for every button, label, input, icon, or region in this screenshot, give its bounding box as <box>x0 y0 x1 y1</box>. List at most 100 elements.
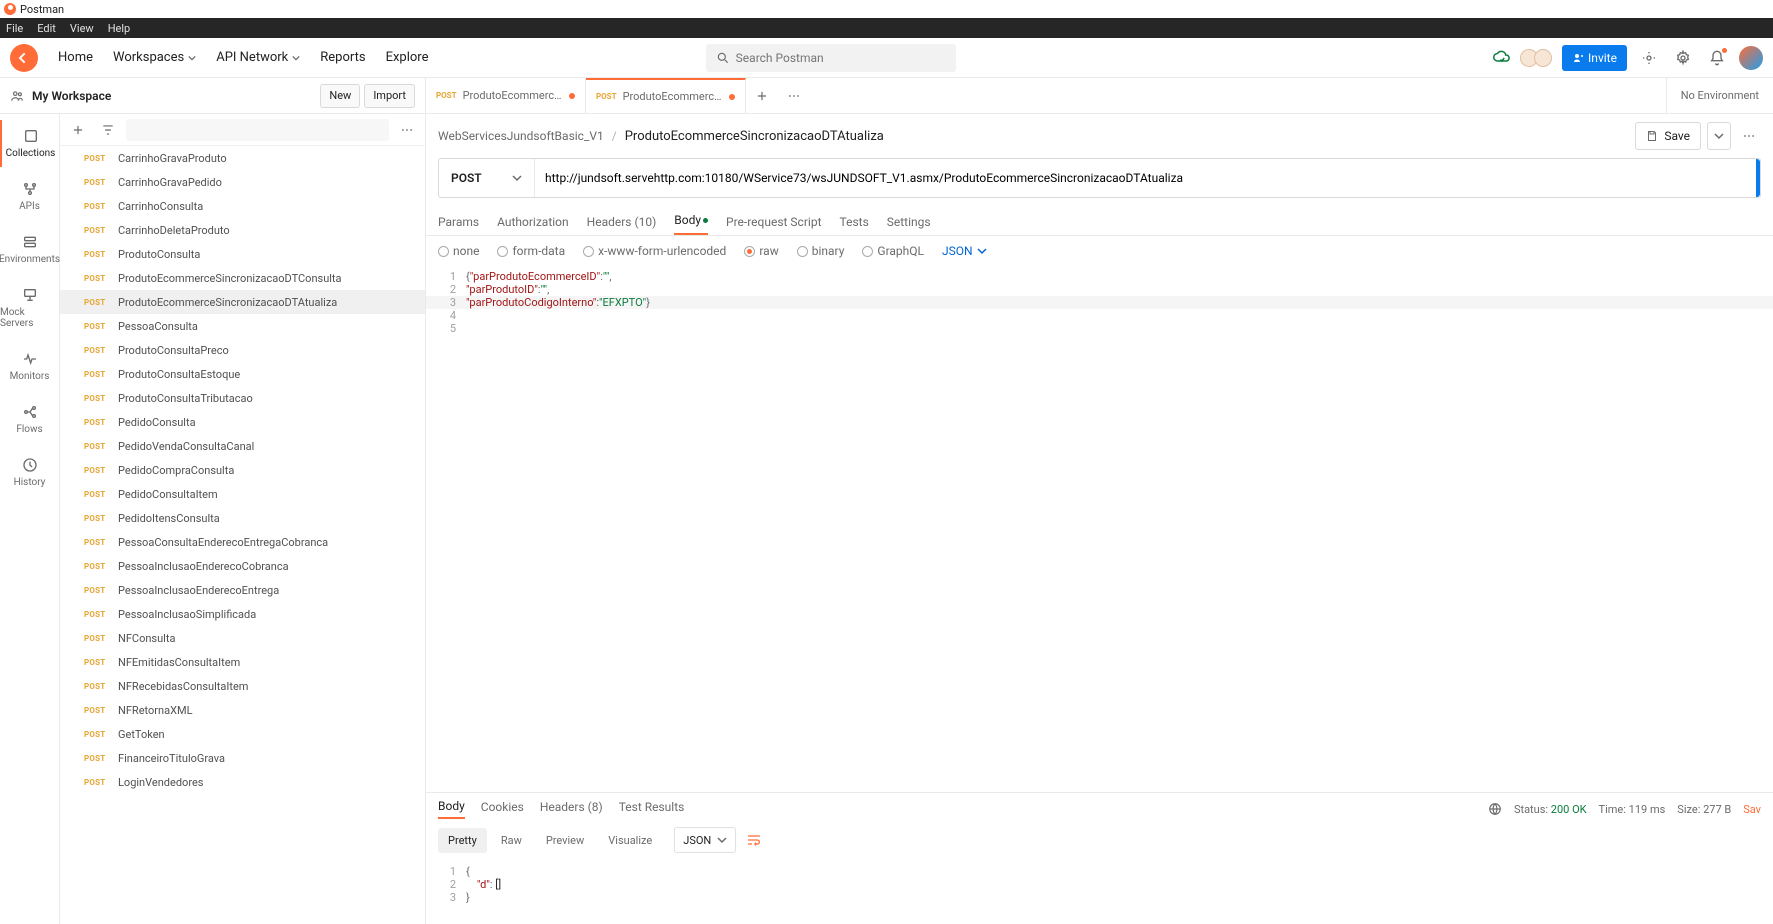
capture-icon[interactable] <box>1637 46 1661 70</box>
upgrade-badge-icon[interactable] <box>1739 46 1763 70</box>
menu-view[interactable]: View <box>70 22 94 35</box>
tree-item[interactable]: POSTProdutoConsultaPreco <box>60 338 425 362</box>
send-button[interactable] <box>1756 159 1760 197</box>
global-search-input[interactable] <box>736 51 946 65</box>
wrap-lines-icon[interactable] <box>746 832 762 848</box>
tree-item[interactable]: POSTNFRecebidasConsultaItem <box>60 674 425 698</box>
tree-item[interactable]: POSTPedidoCompraConsulta <box>60 458 425 482</box>
body-type-urlencoded[interactable]: x-www-form-urlencoded <box>583 244 726 258</box>
tree-item[interactable]: POSTPessoaConsulta <box>60 314 425 338</box>
tree-more-icon[interactable] <box>395 118 419 142</box>
tree-item[interactable]: POSTPessoaConsultaEnderecoEntregaCobranc… <box>60 530 425 554</box>
tree-item[interactable]: POSTPessoaInclusaoEnderecoCobranca <box>60 554 425 578</box>
postman-logo-icon[interactable] <box>10 44 38 72</box>
rail-history[interactable]: History <box>0 449 59 496</box>
request-more-icon[interactable] <box>1737 124 1761 148</box>
mode-visualize[interactable]: Visualize <box>598 828 662 853</box>
notifications-icon[interactable] <box>1705 46 1729 70</box>
request-tab[interactable]: POSTProdutoEcommerceSi <box>426 78 586 113</box>
rail-mock-servers[interactable]: Mock Servers <box>0 279 59 337</box>
resp-tab-cookies[interactable]: Cookies <box>481 800 524 818</box>
method-select[interactable]: POST <box>439 159 535 197</box>
network-icon[interactable] <box>1488 802 1502 816</box>
tree-item[interactable]: POSTPessoaInclusaoEnderecoEntrega <box>60 578 425 602</box>
tree-item[interactable]: POSTNFRetornaXML <box>60 698 425 722</box>
req-tab-settings[interactable]: Settings <box>887 215 931 235</box>
tree-item[interactable]: POSTCarrinhoGravaProduto <box>60 146 425 170</box>
req-tab-params[interactable]: Params <box>438 215 479 235</box>
nav-api-network[interactable]: API Network <box>216 50 300 65</box>
rail-apis[interactable]: APIs <box>0 173 59 220</box>
body-type-none[interactable]: none <box>438 244 479 258</box>
tree-item[interactable]: POSTFinanceiroTituloGrava <box>60 746 425 770</box>
tree-item[interactable]: POSTPedidoConsultaItem <box>60 482 425 506</box>
body-type-binary[interactable]: binary <box>797 244 845 258</box>
menu-edit[interactable]: Edit <box>37 22 56 35</box>
mode-raw[interactable]: Raw <box>491 828 532 853</box>
url-input[interactable] <box>535 159 1756 197</box>
filter-icon[interactable] <box>96 118 120 142</box>
rail-environments[interactable]: Environments <box>0 226 59 273</box>
workspace-name[interactable]: My Workspace <box>32 89 111 103</box>
team-avatars[interactable] <box>1524 49 1552 67</box>
response-format-select[interactable]: JSON <box>674 827 736 853</box>
tree-item[interactable]: POSTPessoaInclusaoSimplificada <box>60 602 425 626</box>
nav-explore[interactable]: Explore <box>386 50 429 65</box>
menu-help[interactable]: Help <box>108 22 131 35</box>
import-button[interactable]: Import <box>364 84 415 108</box>
nav-reports[interactable]: Reports <box>320 50 365 65</box>
tree-item[interactable]: POSTLoginVendedores <box>60 770 425 794</box>
mode-preview[interactable]: Preview <box>536 828 594 853</box>
tree-item[interactable]: POSTProdutoConsultaTributacao <box>60 386 425 410</box>
req-tab-authorization[interactable]: Authorization <box>497 215 569 235</box>
req-tab-headers[interactable]: Headers (10) <box>587 215 657 235</box>
nav-home[interactable]: Home <box>58 50 93 65</box>
tab-more-icon[interactable] <box>778 78 810 113</box>
body-type-formdata[interactable]: form-data <box>497 244 565 258</box>
tree-item[interactable]: POSTProdutoConsultaEstoque <box>60 362 425 386</box>
resp-tab-headers[interactable]: Headers (8) <box>540 800 603 818</box>
menu-file[interactable]: File <box>6 22 23 35</box>
tree-item[interactable]: POSTCarrinhoDeletaProduto <box>60 218 425 242</box>
invite-button[interactable]: Invite <box>1562 45 1627 71</box>
tree-item[interactable]: POSTGetToken <box>60 722 425 746</box>
mode-pretty[interactable]: Pretty <box>438 828 487 853</box>
rail-flows[interactable]: Flows <box>0 396 59 443</box>
tree-item[interactable]: POSTProdutoConsulta <box>60 242 425 266</box>
add-collection-icon[interactable] <box>66 118 90 142</box>
new-button[interactable]: New <box>320 84 360 108</box>
tree-item[interactable]: POSTNFEmitidasConsultaItem <box>60 650 425 674</box>
body-type-graphql[interactable]: GraphQL <box>862 244 924 258</box>
breadcrumb-parent[interactable]: WebServicesJundsoftBasic_V1 <box>438 129 604 143</box>
tree-item[interactable]: POSTCarrinhoGravaPedido <box>60 170 425 194</box>
sync-icon[interactable] <box>1490 46 1514 70</box>
tree-item[interactable]: POSTProdutoEcommerceSincronizacaoDTAtual… <box>60 290 425 314</box>
save-response-link[interactable]: Sav <box>1743 803 1761 816</box>
resp-tab-body[interactable]: Body <box>438 799 465 819</box>
save-dropdown-button[interactable] <box>1707 122 1731 150</box>
save-button[interactable]: Save <box>1635 122 1701 150</box>
settings-icon[interactable] <box>1671 46 1695 70</box>
req-tab-body[interactable]: Body <box>674 213 708 235</box>
environment-selector[interactable]: No Environment <box>1666 78 1773 113</box>
req-tab-prerequest[interactable]: Pre-request Script <box>726 215 821 235</box>
rail-monitors[interactable]: Monitors <box>0 343 59 390</box>
response-body-editor[interactable]: 1{ 2 "d": [] 3} <box>426 861 1773 924</box>
request-tab[interactable]: POSTProdutoEcommerceSi <box>586 78 746 113</box>
tree-item[interactable]: POSTProdutoEcommerceSincronizacaoDTConsu… <box>60 266 425 290</box>
tree-item[interactable]: POSTPedidoConsulta <box>60 410 425 434</box>
req-tab-tests[interactable]: Tests <box>840 215 869 235</box>
body-format-select[interactable]: JSON <box>942 244 987 258</box>
rail-collections[interactable]: Collections <box>0 120 59 167</box>
resp-tab-tests[interactable]: Test Results <box>619 800 685 818</box>
tree-item[interactable]: POSTPedidoItensConsulta <box>60 506 425 530</box>
tree-search-input[interactable] <box>126 119 389 141</box>
nav-workspaces[interactable]: Workspaces <box>113 50 196 65</box>
request-body-editor[interactable]: 1{"parProdutoEcommerceID":"", 2"parProdu… <box>426 266 1773 792</box>
tree-item[interactable]: POSTPedidoVendaConsultaCanal <box>60 434 425 458</box>
tab-add-icon[interactable] <box>746 78 778 113</box>
body-type-raw[interactable]: raw <box>744 244 778 258</box>
global-search[interactable] <box>706 44 956 72</box>
tree-item[interactable]: POSTNFConsulta <box>60 626 425 650</box>
tree-item[interactable]: POSTCarrinhoConsulta <box>60 194 425 218</box>
